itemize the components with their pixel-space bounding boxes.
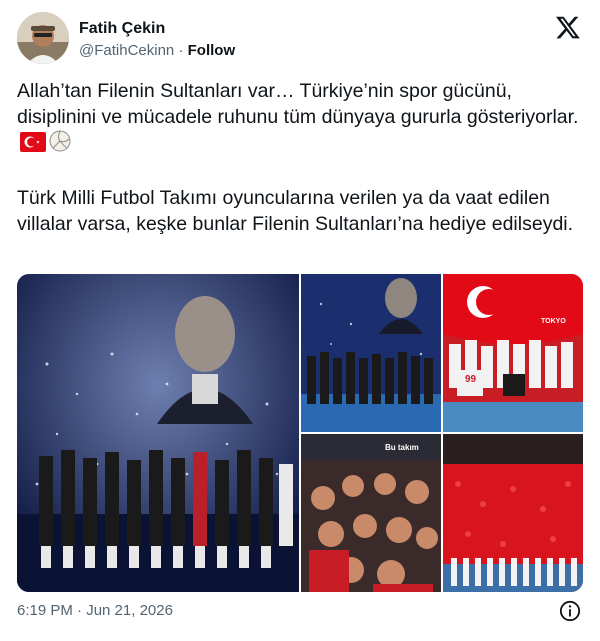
turkey-flag-icon [20,132,46,159]
author-handle[interactable]: @FatihCekinn [79,42,174,59]
media-photo-2[interactable] [301,274,441,432]
tweet-timestamp[interactable]: 6:19 PM · Jun 21, 2026 [17,602,173,619]
volleyball-icon [49,130,71,159]
jersey-number-text: 99 [465,374,477,385]
tweet-paragraph-1-text: Allah’tan Filenin Sultanları var… Türkiy… [17,80,579,128]
tweet-text: Allah’tan Filenin Sultanları var… Türkiy… [17,78,583,237]
tweet-card: Fatih Çekin @FatihCekinn · Follow Allah’… [0,0,600,641]
media-photo-1[interactable] [17,274,299,592]
tweet-header: Fatih Çekin @FatihCekinn · Follow [17,12,583,66]
author-display-name[interactable]: Fatih Çekin [79,19,235,38]
media-photo-4[interactable]: Bu takım [301,434,441,592]
tweet-footer: 6:19 PM · Jun 21, 2026 [17,598,583,624]
media-photo-3[interactable]: TOKYO 99 [443,274,583,432]
tweet-paragraph-1: Allah’tan Filenin Sultanları var… Türkiy… [17,78,583,159]
author-info: Fatih Çekin @FatihCekinn · Follow [79,19,235,61]
media-grid: TOKYO 99 Bu takım [17,274,583,592]
tweet-paragraph-2: Türk Milli Futbol Takımı oyuncularına ve… [17,187,574,235]
info-icon[interactable] [559,600,581,622]
media-photo-5[interactable] [443,434,583,592]
author-handle-row: @FatihCekinn · Follow [79,41,235,61]
story-caption-text: Bu takım [385,443,419,452]
x-logo-icon[interactable] [555,14,581,40]
follow-button[interactable]: Follow [188,42,236,59]
avatar[interactable] [17,12,69,64]
handle-separator: · [178,42,184,59]
arena-banner-text: TOKYO [541,318,566,325]
